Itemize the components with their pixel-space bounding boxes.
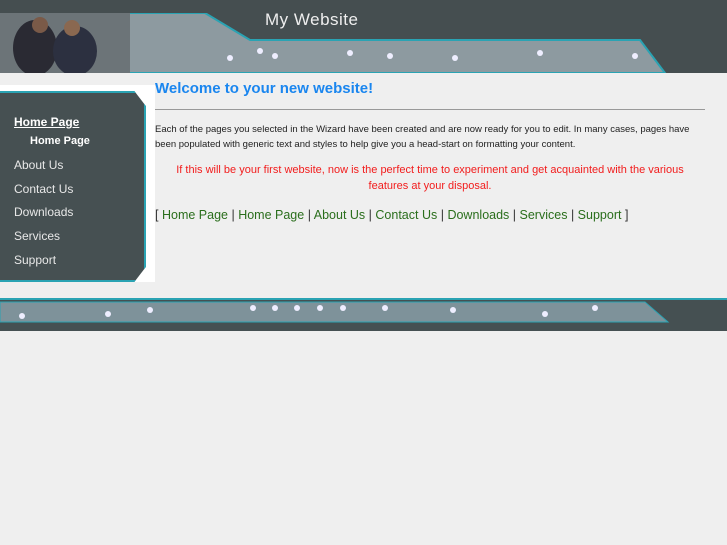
link-separator: |: [231, 208, 235, 222]
link-separator: |: [512, 208, 517, 222]
sidebar-item-support[interactable]: Support: [14, 253, 56, 267]
open-bracket: [: [155, 208, 159, 222]
link-home-page-sub[interactable]: Home Page: [238, 208, 304, 222]
close-bracket: ]: [624, 208, 629, 222]
footer-circuit-image: [0, 298, 727, 323]
link-home-page[interactable]: Home Page: [162, 208, 228, 222]
notice-text: If this will be your first website, now …: [176, 164, 684, 192]
divider: [155, 109, 705, 110]
sidebar-nav: Home Page Home Page About Us Contact Us …: [0, 91, 146, 282]
link-separator: |: [440, 208, 444, 222]
link-separator: |: [570, 208, 575, 222]
link-about-us[interactable]: About Us: [314, 208, 365, 222]
link-contact-us[interactable]: Contact Us: [375, 208, 437, 222]
header-banner-image: [0, 13, 667, 73]
link-downloads[interactable]: Downloads: [447, 208, 509, 222]
sidebar-subitem-home-page[interactable]: Home Page: [30, 135, 90, 147]
intro-text: Each of the pages you selected in the Wi…: [155, 124, 690, 150]
sidebar-item-contact-us[interactable]: Contact Us: [14, 182, 73, 196]
sidebar-item-home-page[interactable]: Home Page: [14, 115, 79, 129]
link-separator: |: [307, 208, 311, 222]
sidebar-item-downloads[interactable]: Downloads: [14, 205, 73, 219]
link-services[interactable]: Services: [520, 208, 568, 222]
sidebar-item-about-us[interactable]: About Us: [14, 158, 63, 172]
footer-banner: [0, 298, 727, 331]
page-heading: Welcome to your new website!: [155, 80, 374, 97]
main-content: Welcome to your new website! Each of the…: [155, 80, 705, 222]
site-title: My Website: [265, 10, 359, 29]
link-separator: |: [368, 208, 372, 222]
header: My Website: [0, 0, 727, 73]
footer-link-bar: [ Home Page | Home Page | About Us | Con…: [155, 208, 705, 222]
link-support[interactable]: Support: [578, 208, 622, 222]
sidebar-item-services[interactable]: Services: [14, 229, 60, 243]
